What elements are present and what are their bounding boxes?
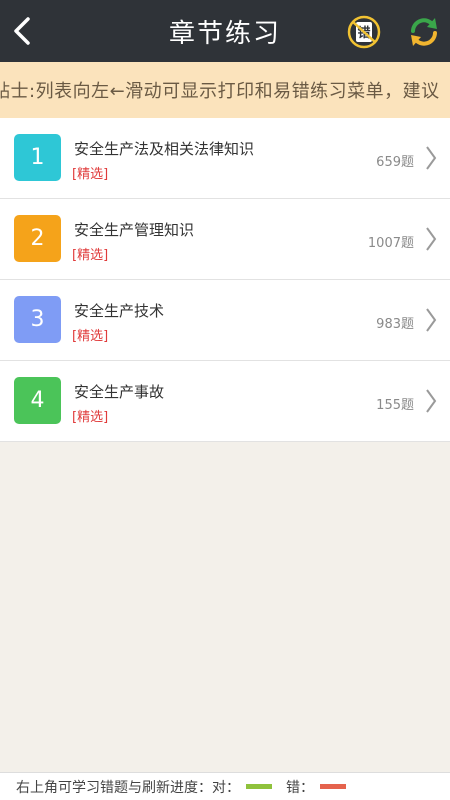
page-title: 章节练习 [168, 18, 281, 49]
chapter-tag: [精选] [72, 167, 109, 182]
chapter-number-badge: 1 [14, 134, 61, 181]
legend-wrong-label: 错： [286, 779, 314, 796]
legend-wrong-swatch [320, 784, 346, 789]
chapter-question-count: 659题 [376, 155, 414, 170]
refresh-icon [411, 18, 437, 46]
error-book-icon: 错 [347, 15, 381, 49]
chevron-right-icon [426, 389, 437, 413]
legend-correct-label: 对： [212, 779, 240, 796]
legend-text: 右上角可学习错题与刷新进度： [16, 779, 212, 796]
chapter-name: 安全生产事故 [74, 383, 165, 401]
chapter-row[interactable]: 2 安全生产管理知识 [精选] 1007题 [0, 199, 450, 280]
tip-text: 贴士:列表向左←滑动可显示打印和易错练习菜单，建议 [0, 81, 440, 102]
chapter-number-badge: 4 [14, 377, 61, 424]
chapter-tag: [精选] [72, 329, 109, 344]
chapter-row[interactable]: 3 安全生产技术 [精选] 983题 [0, 280, 450, 361]
chapter-question-count: 155题 [376, 398, 414, 413]
chapter-row[interactable]: 1 安全生产法及相关法律知识 [精选] 659题 [0, 118, 450, 199]
chapter-row[interactable]: 4 安全生产事故 [精选] 155题 [0, 361, 450, 442]
chevron-left-icon [14, 17, 30, 45]
legend-correct-swatch [246, 784, 272, 789]
chapter-question-count: 1007题 [367, 236, 414, 251]
chapter-question-count: 983题 [376, 317, 414, 332]
chevron-right-icon [426, 146, 437, 170]
chapter-list: 1 安全生产法及相关法律知识 [精选] 659题 2 安全生产管理知识 [精选]… [0, 118, 450, 442]
chapter-name: 安全生产管理知识 [74, 221, 195, 239]
tip-banner: 贴士:列表向左←滑动可显示打印和易错练习菜单，建议 [0, 62, 450, 118]
chapter-name: 安全生产法及相关法律知识 [74, 140, 255, 158]
chevron-right-icon [426, 227, 437, 251]
chapter-tag: [精选] [72, 248, 109, 263]
chevron-right-icon [426, 308, 437, 332]
chapter-number-badge: 2 [14, 215, 61, 262]
app-header: 章节练习 错 [0, 0, 450, 62]
back-button[interactable] [10, 14, 34, 48]
legend-footer: 右上角可学习错题与刷新进度： 对： 错： [0, 772, 450, 800]
chapter-tag: [精选] [72, 410, 109, 425]
chapter-name: 安全生产技术 [74, 302, 165, 320]
chapter-number-badge: 3 [14, 296, 61, 343]
error-questions-button[interactable]: 错 [346, 14, 382, 50]
refresh-progress-button[interactable] [406, 14, 442, 50]
